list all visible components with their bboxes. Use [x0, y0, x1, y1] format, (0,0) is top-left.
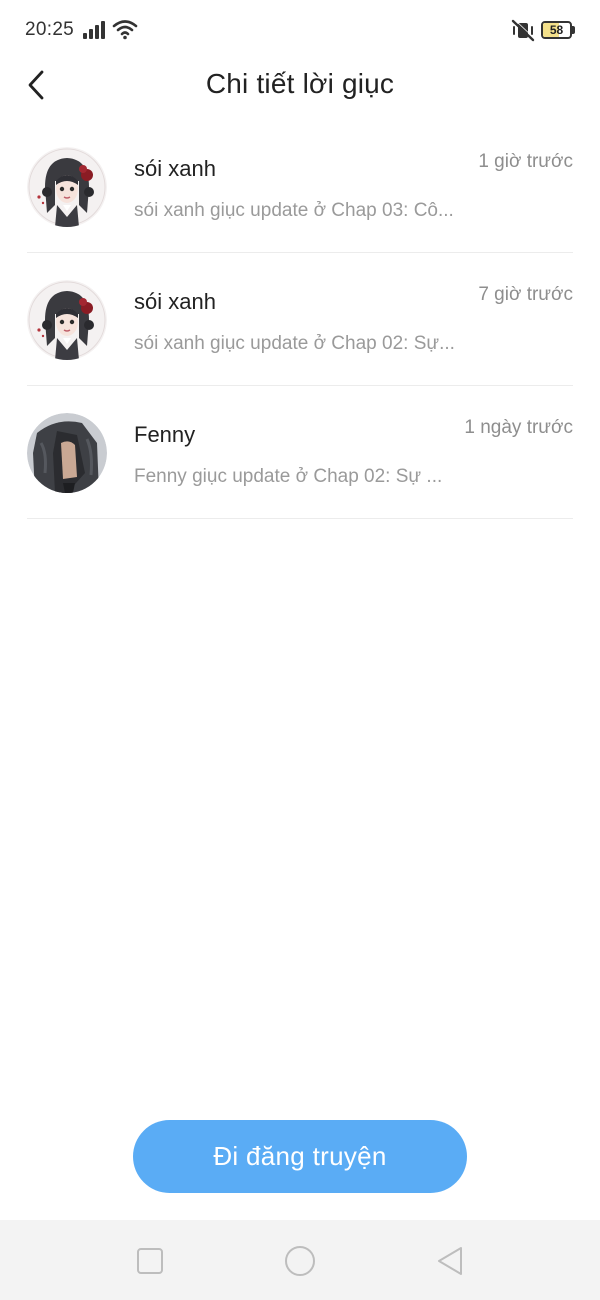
status-time: 20:25 [25, 19, 75, 40]
anime-girl-avatar [27, 147, 107, 227]
mute-icon [511, 19, 535, 42]
item-name: sói xanh [134, 289, 216, 314]
signal-icon [83, 21, 105, 39]
header: Chi tiết lời giục [0, 60, 600, 112]
item-time: 1 ngày trước [464, 417, 573, 438]
status-bar: 20:25 58 [0, 0, 600, 60]
home-icon[interactable] [283, 1244, 317, 1278]
page-title: Chi tiết lời giục [205, 68, 395, 99]
item-time: 1 giờ trước [478, 151, 573, 172]
anime-girl-avatar [27, 280, 107, 360]
item-name: sói xanh [134, 156, 216, 181]
item-name: Fenny [134, 422, 196, 447]
jacket-photo-avatar [27, 413, 107, 493]
back-triangle-icon[interactable] [434, 1244, 468, 1278]
publish-story-button[interactable]: Đi đăng truyện [133, 1120, 467, 1193]
battery-level: 58 [549, 23, 564, 37]
list-item[interactable]: sói xanh 7 giờ trước sói xanh giục updat… [27, 253, 573, 386]
item-time: 7 giờ trước [478, 284, 573, 305]
wifi-icon [112, 20, 138, 40]
item-message: sói xanh giục update ở Chap 02: Sự... [134, 333, 455, 354]
list-item[interactable]: Fenny 1 ngày trước Fenny giục update ở C… [27, 386, 573, 519]
item-message: sói xanh giục update ở Chap 03: Cô... [134, 200, 454, 221]
battery-icon: 58 [541, 21, 575, 39]
list-item[interactable]: sói xanh 1 giờ trước sói xanh giục updat… [27, 120, 573, 253]
navigation-bar [0, 1220, 600, 1300]
reminder-list: sói xanh 1 giờ trước sói xanh giục updat… [0, 120, 600, 519]
item-message: Fenny giục update ở Chap 02: Sự ... [134, 466, 443, 487]
recent-apps-icon[interactable] [133, 1244, 167, 1278]
